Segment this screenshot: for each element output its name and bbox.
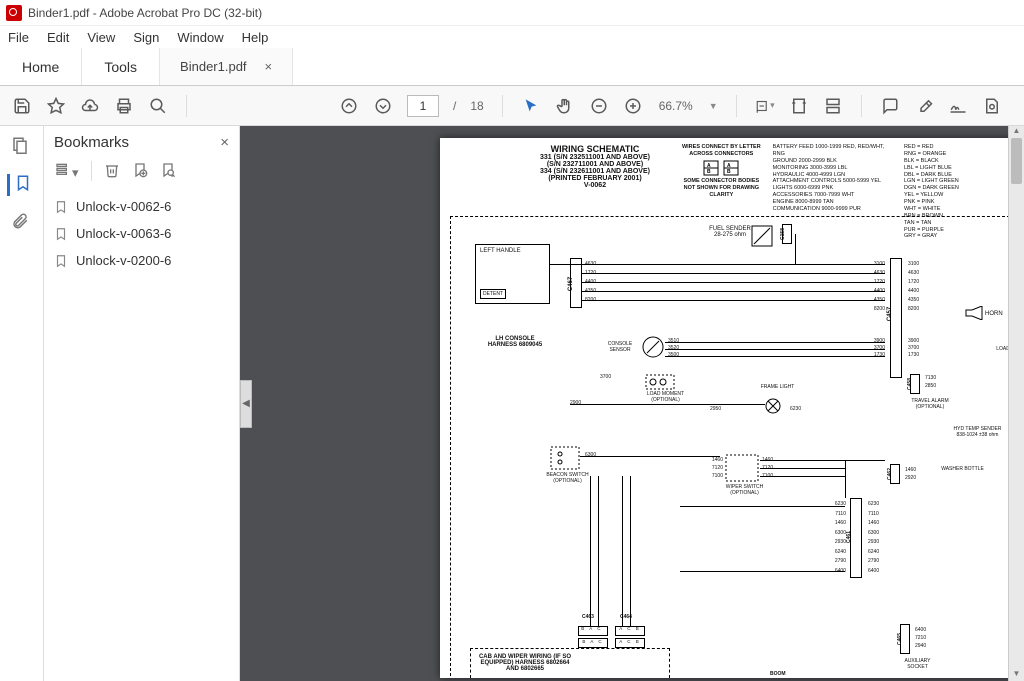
bookmark-options-icon[interactable]: ▾ — [54, 161, 79, 181]
delete-bookmark-icon[interactable] — [104, 162, 120, 181]
page-separator: / — [453, 99, 456, 113]
page-up-icon[interactable] — [339, 96, 359, 116]
bookmarks-list: Unlock-v-0062-6 Unlock-v-0063-6 Unlock-v… — [44, 191, 239, 276]
menu-sign[interactable]: Sign — [133, 30, 159, 45]
bookmarks-panel: Bookmarks × ▾ Unlock-v-0062-6 Unlock-v-0… — [44, 126, 240, 681]
menu-window[interactable]: Window — [177, 30, 223, 45]
fit-width-icon[interactable]: ▾ — [755, 96, 775, 116]
svg-text:B: B — [727, 169, 731, 175]
page-total: 18 — [470, 99, 483, 113]
menu-bar: File Edit View Sign Window Help — [0, 26, 1024, 48]
comment-icon[interactable] — [880, 96, 900, 116]
zoom-value[interactable]: 66.7% — [659, 99, 693, 113]
search-icon[interactable] — [148, 96, 168, 116]
find-bookmark-icon[interactable] — [160, 162, 176, 181]
document-viewport[interactable]: ◀ WIRING SCHEMATIC 331 (S/N 232511001 AN… — [240, 126, 1024, 681]
vertical-scrollbar[interactable]: ▲ ▼ — [1008, 126, 1024, 681]
pdf-page: WIRING SCHEMATIC 331 (S/N 232511001 AND … — [440, 138, 1024, 678]
bookmark-item[interactable]: Unlock-v-0062-6 — [50, 193, 233, 220]
fit-page-icon[interactable] — [789, 96, 809, 116]
window-titlebar: Binder1.pdf - Adobe Acrobat Pro DC (32-b… — [0, 0, 1024, 26]
bookmarks-toolbar: ▾ — [44, 157, 239, 191]
scroll-down-icon[interactable]: ▼ — [1009, 669, 1024, 681]
attachments-icon[interactable] — [11, 212, 33, 234]
schematic-title: WIRING SCHEMATIC — [520, 144, 670, 154]
separator — [861, 95, 862, 117]
nav-rail — [0, 126, 44, 681]
tab-document-label: Binder1.pdf — [180, 59, 247, 74]
bookmark-label: Unlock-v-0062-6 — [76, 199, 171, 214]
main-area: Bookmarks × ▾ Unlock-v-0062-6 Unlock-v-0… — [0, 126, 1024, 681]
zoom-in-icon[interactable] — [623, 96, 643, 116]
scroll-up-icon[interactable]: ▲ — [1009, 126, 1024, 138]
bookmark-label: Unlock-v-0200-6 — [76, 253, 171, 268]
thumbnails-icon[interactable] — [11, 136, 33, 158]
stamp-icon[interactable] — [982, 96, 1002, 116]
bookmark-item[interactable]: Unlock-v-0200-6 — [50, 247, 233, 274]
hand-tool-icon[interactable] — [555, 96, 575, 116]
cloud-upload-icon[interactable] — [80, 96, 100, 116]
print-icon[interactable] — [114, 96, 134, 116]
menu-help[interactable]: Help — [242, 30, 269, 45]
scroll-mode-icon[interactable] — [823, 96, 843, 116]
bookmark-item[interactable]: Unlock-v-0063-6 — [50, 220, 233, 247]
bookmarks-title: Bookmarks — [54, 134, 129, 151]
select-tool-icon[interactable] — [521, 96, 541, 116]
separator — [736, 95, 737, 117]
menu-file[interactable]: File — [8, 30, 29, 45]
separator — [502, 95, 503, 117]
highlight-icon[interactable] — [914, 96, 934, 116]
window-title: Binder1.pdf - Adobe Acrobat Pro DC (32-b… — [28, 6, 262, 20]
bookmarks-icon[interactable] — [7, 174, 29, 196]
page-down-icon[interactable] — [373, 96, 393, 116]
app-icon — [6, 5, 22, 21]
tab-strip: Home Tools Binder1.pdf × — [0, 48, 1024, 86]
new-bookmark-icon[interactable] — [132, 162, 148, 181]
sign-icon[interactable] — [948, 96, 968, 116]
svg-text:B: B — [707, 169, 711, 175]
tab-document[interactable]: Binder1.pdf × — [160, 48, 293, 85]
save-icon[interactable] — [12, 96, 32, 116]
separator — [186, 95, 187, 117]
toolbar: / 18 66.7% ▼ ▾ — [0, 86, 1024, 126]
tab-home[interactable]: Home — [0, 48, 82, 85]
scrollbar-thumb[interactable] — [1011, 138, 1022, 184]
page-number-input[interactable] — [407, 95, 439, 117]
zoom-out-icon[interactable] — [589, 96, 609, 116]
tab-tools[interactable]: Tools — [82, 48, 160, 85]
star-icon[interactable] — [46, 96, 66, 116]
zoom-dropdown-icon[interactable]: ▼ — [709, 101, 718, 111]
close-panel-icon[interactable]: × — [220, 134, 229, 151]
collapse-panel-icon[interactable]: ◀ — [240, 380, 252, 428]
menu-view[interactable]: View — [87, 30, 115, 45]
bookmark-label: Unlock-v-0063-6 — [76, 226, 171, 241]
menu-edit[interactable]: Edit — [47, 30, 69, 45]
close-tab-icon[interactable]: × — [265, 59, 273, 74]
